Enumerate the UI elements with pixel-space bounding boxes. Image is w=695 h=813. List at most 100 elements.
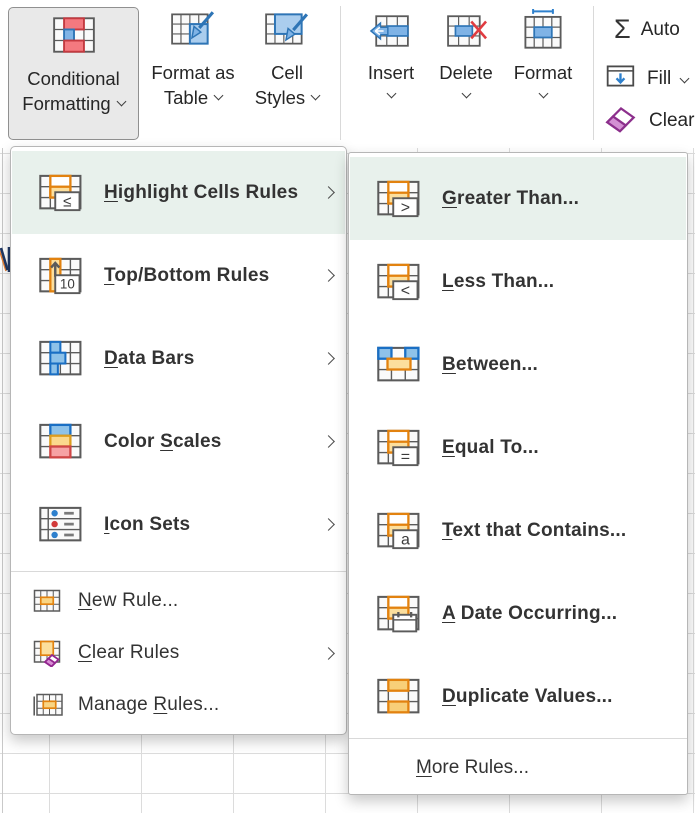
- submenu-arrow-icon: [322, 435, 335, 448]
- chevron-down-icon: [116, 97, 126, 107]
- svg-text:≤: ≤: [63, 193, 71, 210]
- submenu-separator: [349, 738, 687, 739]
- worksheet-partial-text: [0, 244, 10, 274]
- cell-styles-label-line1: Cell: [271, 61, 303, 86]
- format-as-table-label-line1: Format as: [151, 61, 234, 86]
- menu-item-label: Manage Rules...: [78, 694, 219, 716]
- svg-text:<: <: [401, 283, 410, 300]
- color-scales-icon: [38, 421, 84, 462]
- submenu-arrow-icon: [322, 352, 335, 365]
- submenu-item-label: Greater Than...: [442, 188, 579, 210]
- sigma-icon: Σ: [614, 16, 631, 43]
- data-bars-icon: [38, 338, 84, 379]
- submenu-item-equal-to[interactable]: = Equal To...: [350, 406, 686, 489]
- format-label: Format: [514, 61, 573, 86]
- submenu-item-less-than[interactable]: < Less Than...: [350, 240, 686, 323]
- submenu-item-text-that-contains[interactable]: a Text that Contains...: [350, 489, 686, 572]
- fill-button[interactable]: Fill: [605, 62, 688, 96]
- submenu-item-a-date-occurring[interactable]: A Date Occurring...: [350, 572, 686, 655]
- manage-rules-icon: [32, 692, 64, 718]
- clear-label: Clear: [649, 110, 694, 132]
- menu-item-color-scales[interactable]: Color Scales: [12, 400, 345, 483]
- fill-down-icon: [605, 62, 637, 96]
- menu-item-data-bars[interactable]: Data Bars: [12, 317, 345, 400]
- excel-window: Conditional Formatting Format as Table: [0, 0, 695, 813]
- insert-label: Insert: [368, 61, 414, 86]
- format-as-table-button[interactable]: Format as Table: [146, 8, 240, 140]
- new-rule-icon: [32, 588, 64, 614]
- greater-than-icon: >: [376, 178, 422, 219]
- menu-item-top-bottom-rules[interactable]: 10 Top/Bottom Rules: [12, 234, 345, 317]
- submenu-item-duplicate-values[interactable]: Duplicate Values...: [350, 655, 686, 738]
- conditional-formatting-icon: [51, 14, 97, 63]
- menu-item-highlight-cells-rules[interactable]: ≤ Highlight Cells Rules: [12, 151, 345, 234]
- submenu-item-label: Equal To...: [442, 437, 539, 459]
- cell-styles-icon: [264, 8, 310, 57]
- conditional-formatting-button[interactable]: Conditional Formatting: [8, 7, 139, 140]
- clear-button[interactable]: Clear: [603, 102, 694, 140]
- menu-item-icon-sets[interactable]: Icon Sets: [12, 483, 345, 566]
- chevron-down-icon: [386, 88, 396, 98]
- conditional-formatting-menu: ≤ Highlight Cells Rules 10 Top/Bottom Ru…: [10, 146, 347, 735]
- menu-item-label: Highlight Cells Rules: [104, 182, 298, 204]
- menu-item-label: New Rule...: [78, 590, 178, 612]
- clear-rules-icon: [32, 639, 64, 667]
- equal-to-icon: =: [376, 427, 422, 468]
- chevron-down-icon: [461, 88, 471, 98]
- text-that-contains-icon: a: [376, 510, 422, 551]
- submenu-arrow-icon: [322, 518, 335, 531]
- submenu-item-more-rules[interactable]: More Rules...: [350, 743, 686, 793]
- icon-sets-icon: [38, 504, 84, 545]
- eraser-icon: [603, 102, 639, 140]
- ribbon-group-divider: [340, 6, 341, 140]
- insert-button[interactable]: Insert: [356, 12, 426, 97]
- submenu-item-label: More Rules...: [416, 757, 529, 779]
- menu-item-label: Data Bars: [104, 348, 195, 370]
- chevron-down-icon: [538, 88, 548, 98]
- submenu-arrow-icon: [322, 647, 335, 660]
- duplicate-values-icon: [376, 676, 422, 717]
- svg-text:=: =: [401, 449, 410, 466]
- menu-separator: [11, 571, 346, 572]
- format-button[interactable]: Format: [507, 8, 579, 97]
- ribbon: Conditional Formatting Format as Table: [0, 0, 695, 148]
- submenu-arrow-icon: [322, 269, 335, 282]
- format-cells-icon: [521, 8, 565, 57]
- highlight-cells-rules-submenu: > Greater Than... < Less Than...: [348, 152, 688, 795]
- delete-button[interactable]: Delete: [431, 12, 501, 97]
- date-occurring-icon: [376, 593, 422, 634]
- submenu-arrow-icon: [322, 186, 335, 199]
- cell-styles-button[interactable]: Cell Styles: [244, 8, 330, 140]
- menu-item-label: Icon Sets: [104, 514, 190, 536]
- top-bottom-rules-icon: 10: [38, 255, 84, 296]
- chevron-down-icon: [214, 91, 224, 101]
- format-as-table-label-line2: Table: [164, 86, 208, 111]
- chevron-down-icon: [311, 91, 321, 101]
- submenu-item-label: Text that Contains...: [442, 520, 626, 542]
- menu-item-label: Color Scales: [104, 431, 222, 453]
- autosum-label: Auto: [641, 19, 680, 41]
- cell-styles-label-line2: Styles: [255, 86, 305, 111]
- svg-text:>: >: [401, 200, 410, 217]
- menu-item-label: Clear Rules: [78, 642, 179, 664]
- chevron-down-icon: [680, 73, 690, 83]
- autosum-button[interactable]: Σ Auto: [614, 16, 680, 43]
- delete-label: Delete: [439, 61, 492, 86]
- svg-text:a: a: [401, 532, 410, 549]
- fill-label: Fill: [647, 68, 671, 90]
- submenu-item-greater-than[interactable]: > Greater Than...: [350, 157, 686, 240]
- between-icon: [376, 344, 422, 385]
- delete-cells-icon: [444, 12, 488, 57]
- ribbon-group-divider: [593, 6, 594, 140]
- submenu-item-between[interactable]: Between...: [350, 323, 686, 406]
- submenu-item-label: Duplicate Values...: [442, 686, 613, 708]
- format-as-table-icon: [170, 8, 216, 57]
- menu-item-new-rule[interactable]: New Rule...: [12, 575, 345, 627]
- svg-text:10: 10: [60, 277, 75, 292]
- menu-item-label: Top/Bottom Rules: [104, 265, 269, 287]
- highlight-cells-rules-icon: ≤: [38, 172, 84, 213]
- menu-item-manage-rules[interactable]: Manage Rules...: [12, 679, 345, 731]
- conditional-formatting-label-line2: Formatting: [22, 92, 110, 117]
- submenu-item-label: Less Than...: [442, 271, 554, 293]
- menu-item-clear-rules[interactable]: Clear Rules: [12, 627, 345, 679]
